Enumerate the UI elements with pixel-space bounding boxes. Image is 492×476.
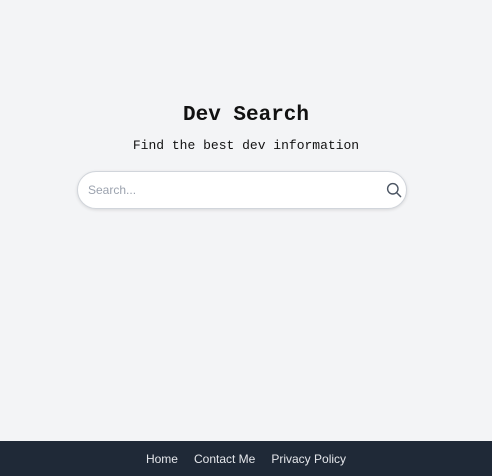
footer-link-privacy[interactable]: Privacy Policy: [271, 452, 346, 466]
footer-link-home[interactable]: Home: [146, 452, 178, 466]
footer-link-contact[interactable]: Contact Me: [194, 452, 255, 466]
search-input[interactable]: [88, 172, 378, 208]
footer: Home Contact Me Privacy Policy: [0, 441, 492, 476]
page-title: Dev Search: [182, 104, 310, 127]
search-bar[interactable]: [77, 171, 407, 209]
search-icon[interactable]: [386, 182, 402, 198]
page-subtitle: Find the best dev information: [132, 138, 360, 153]
